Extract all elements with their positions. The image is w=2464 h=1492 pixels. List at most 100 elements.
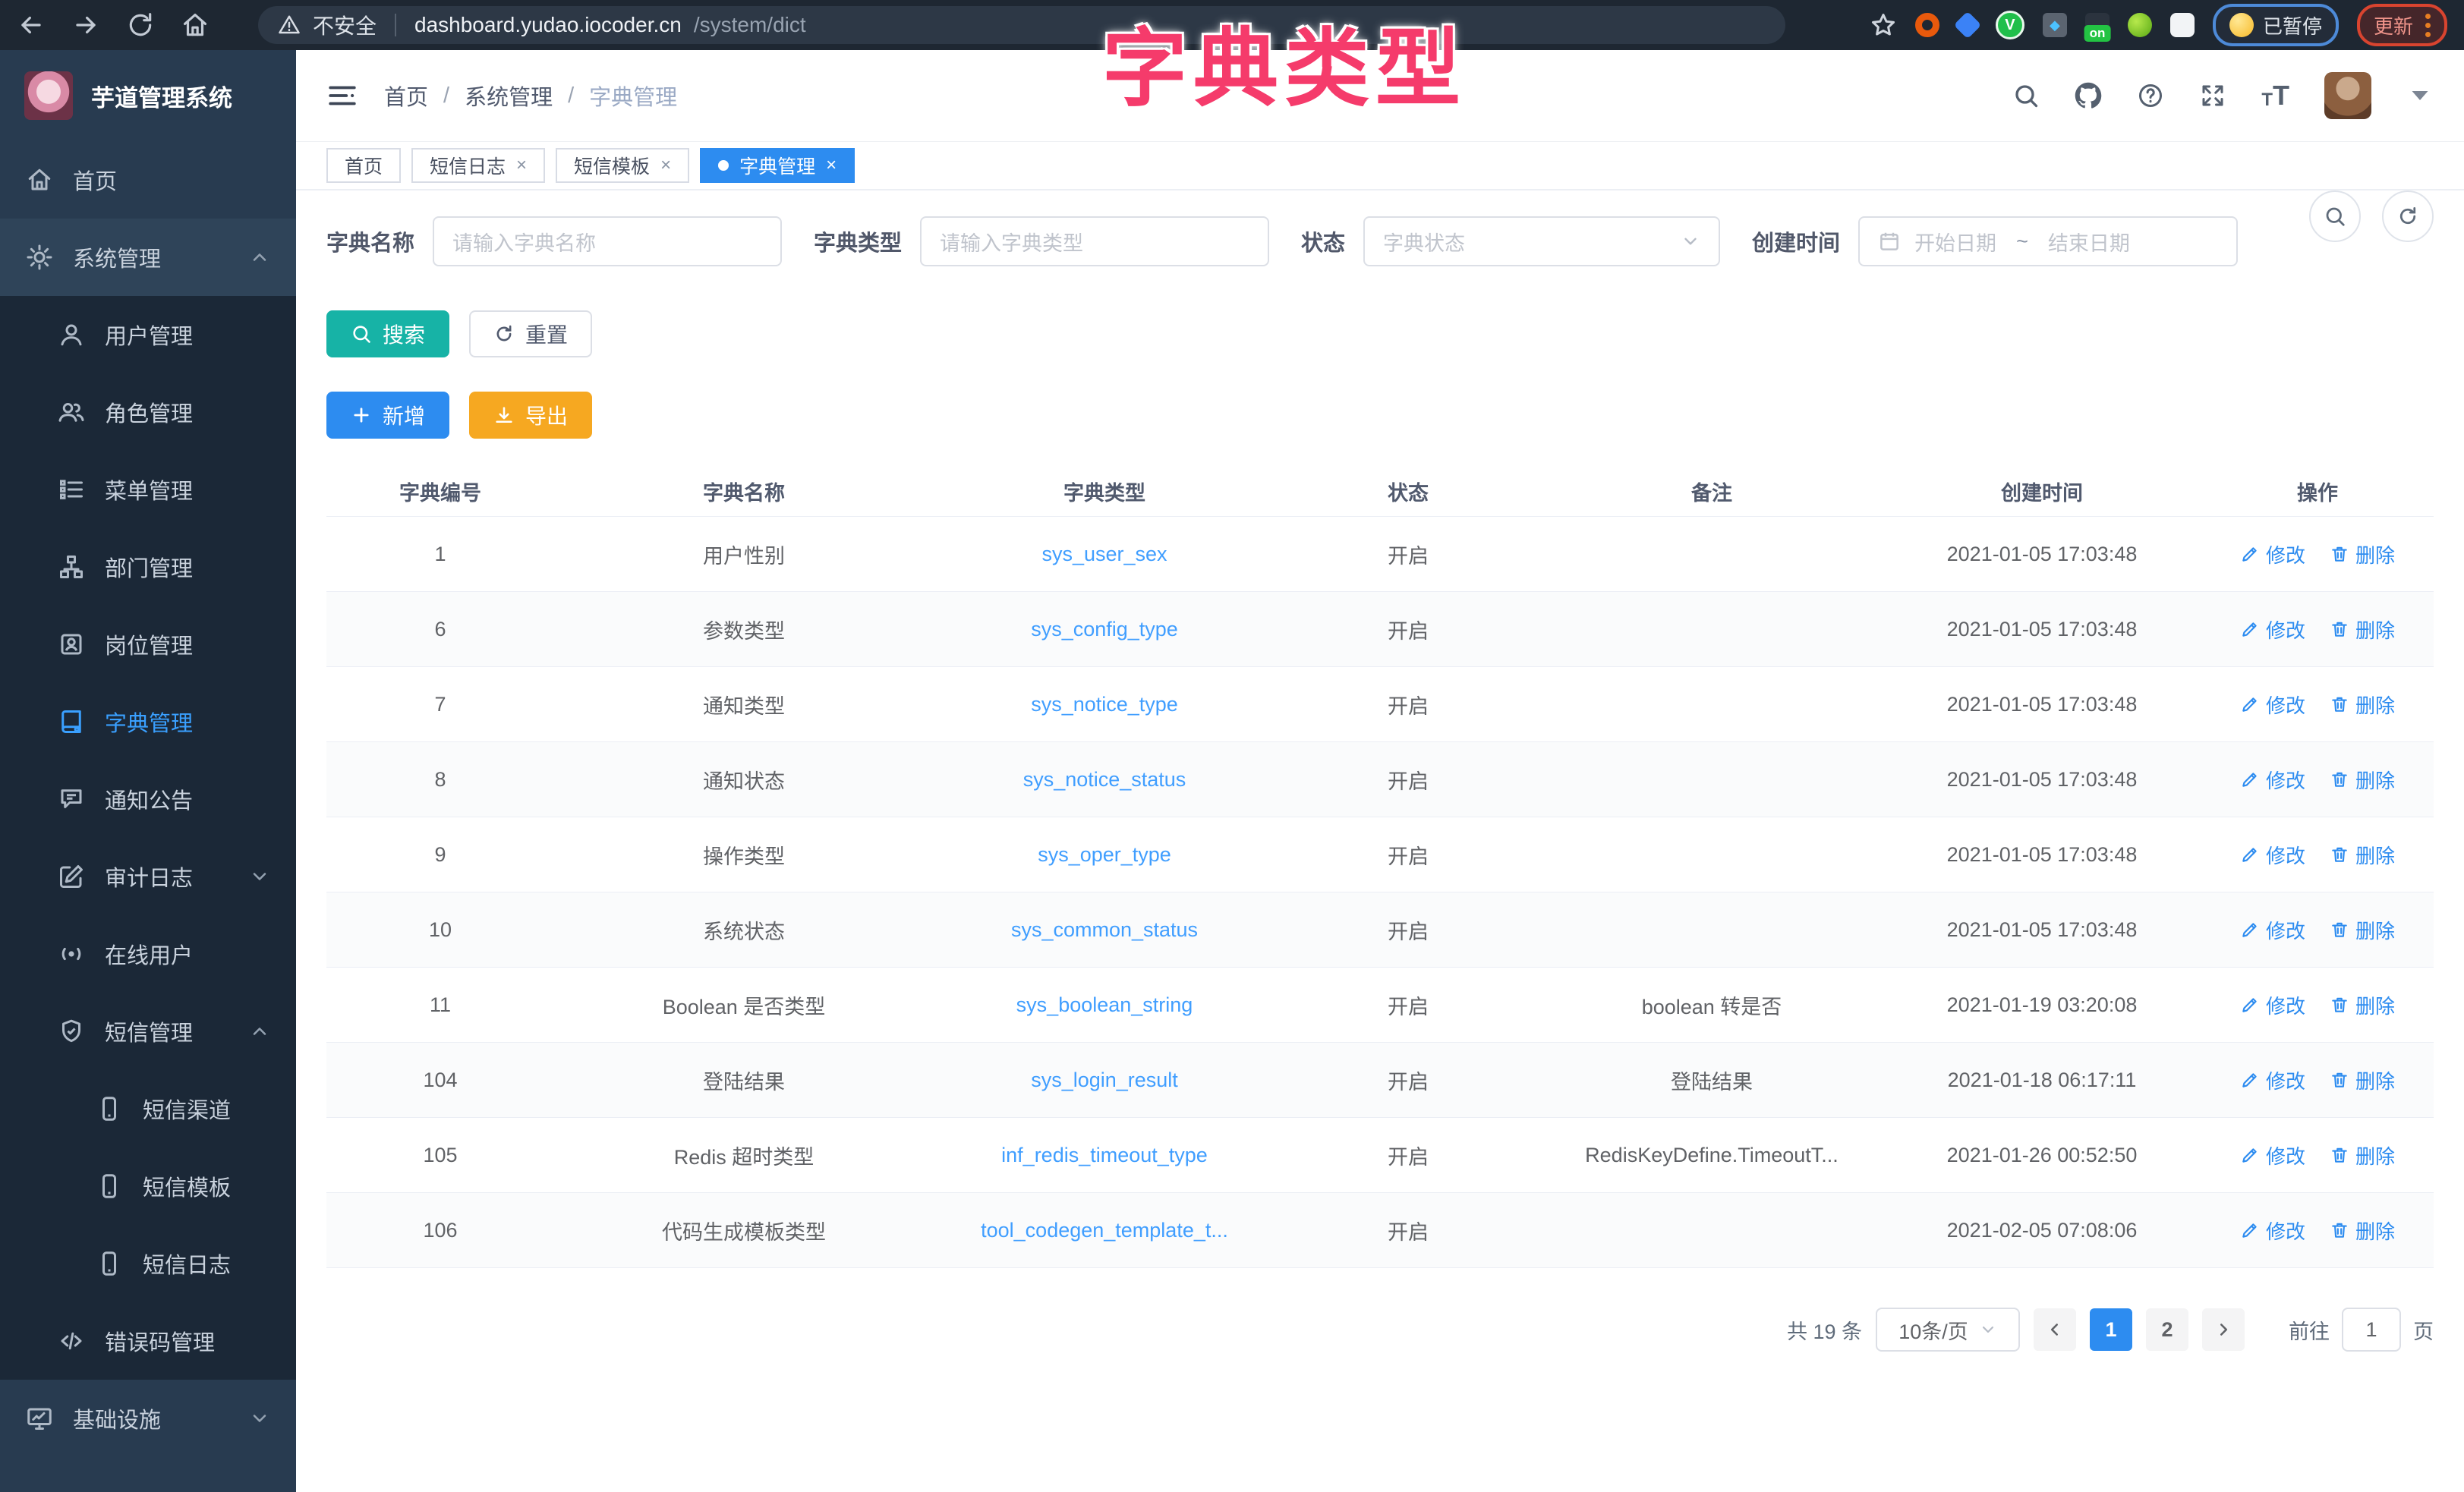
- tab-短信模板[interactable]: 短信模板×: [556, 148, 689, 183]
- extension-puzzle-icon[interactable]: [2170, 13, 2195, 37]
- cell-type-link[interactable]: sys_login_result: [934, 1069, 1275, 1092]
- date-range-input[interactable]: 开始日期 ~ 结束日期: [1858, 216, 2238, 266]
- delete-link[interactable]: 删除: [2330, 1141, 2395, 1169]
- extension-green-icon[interactable]: V: [1996, 11, 2024, 39]
- edit-link[interactable]: 修改: [2240, 1141, 2305, 1169]
- page-size-select[interactable]: 10条/页: [1876, 1308, 2020, 1352]
- close-tab-icon[interactable]: ×: [660, 155, 671, 176]
- user-avatar[interactable]: [2324, 72, 2371, 119]
- close-tab-icon[interactable]: ×: [826, 155, 837, 176]
- delete-link[interactable]: 删除: [2330, 991, 2395, 1019]
- sidebar-item-role[interactable]: 角色管理: [0, 373, 296, 451]
- sidebar-item-dept[interactable]: 部门管理: [0, 528, 296, 606]
- status-placeholder: 字典状态: [1383, 227, 1465, 257]
- sidebar-item-sms-log[interactable]: 短信日志: [0, 1225, 296, 1302]
- cell-type-link[interactable]: sys_boolean_string: [934, 993, 1275, 1017]
- extension-orange-icon[interactable]: [1915, 13, 1939, 37]
- edit-link[interactable]: 修改: [2240, 766, 2305, 794]
- app-logo[interactable]: 芋道管理系统: [0, 50, 296, 141]
- extension-gem-icon[interactable]: [1954, 11, 1982, 39]
- browser-menu-dots-icon[interactable]: [2425, 14, 2431, 37]
- address-bar[interactable]: 不安全 dashboard.yudao.iocoder.cn/system/di…: [258, 6, 1785, 44]
- refresh-table-button[interactable]: [2382, 190, 2434, 242]
- page-button-1[interactable]: 1: [2090, 1308, 2132, 1351]
- page-button-2[interactable]: 2: [2146, 1308, 2188, 1351]
- status-select[interactable]: 字典状态: [1363, 216, 1720, 266]
- delete-link[interactable]: 删除: [2330, 841, 2395, 869]
- tab-首页[interactable]: 首页: [326, 148, 401, 183]
- bookmark-star-icon[interactable]: [1870, 11, 1897, 39]
- sidebar-item-infra[interactable]: 基础设施: [0, 1380, 296, 1457]
- paused-extension-button[interactable]: 已暂停: [2213, 4, 2339, 46]
- edit-link[interactable]: 修改: [2240, 691, 2305, 719]
- cell-type-link[interactable]: sys_common_status: [934, 918, 1275, 942]
- prev-page-button[interactable]: [2034, 1308, 2076, 1351]
- edit-link[interactable]: 修改: [2240, 540, 2305, 568]
- extension-grid-icon[interactable]: ◆: [2043, 13, 2067, 37]
- tab-短信日志[interactable]: 短信日志×: [411, 148, 545, 183]
- goto-page-input[interactable]: 1: [2342, 1308, 2401, 1352]
- search-button[interactable]: 搜索: [326, 310, 449, 357]
- sidebar-item-sms-channel[interactable]: 短信渠道: [0, 1070, 296, 1147]
- sidebar-item-post[interactable]: 岗位管理: [0, 606, 296, 683]
- sidebar-item-menu[interactable]: 菜单管理: [0, 451, 296, 528]
- add-button[interactable]: 新增: [326, 392, 449, 439]
- sidebar-item-home[interactable]: 首页: [0, 141, 296, 219]
- help-icon[interactable]: [2137, 82, 2164, 109]
- show-search-toggle-button[interactable]: [2309, 190, 2361, 242]
- edit-link[interactable]: 修改: [2240, 1217, 2305, 1245]
- delete-link[interactable]: 删除: [2330, 916, 2395, 944]
- breadcrumb-item[interactable]: 系统管理: [465, 80, 553, 112]
- cell-type-link[interactable]: sys_user_sex: [934, 543, 1275, 566]
- user-menu-caret-icon[interactable]: [2406, 82, 2434, 109]
- delete-link[interactable]: 删除: [2330, 766, 2395, 794]
- github-icon[interactable]: [2075, 82, 2102, 109]
- cell-type-link[interactable]: inf_redis_timeout_type: [934, 1144, 1275, 1167]
- cell-type-link[interactable]: sys_oper_type: [934, 843, 1275, 867]
- edit-link[interactable]: 修改: [2240, 841, 2305, 869]
- sidebar-item-sms[interactable]: 短信管理: [0, 993, 296, 1070]
- search-icon[interactable]: [2012, 82, 2040, 109]
- sidebar-item-dict[interactable]: 字典管理: [0, 683, 296, 760]
- tab-字典管理[interactable]: 字典管理×: [700, 148, 855, 183]
- cell-type-link[interactable]: sys_notice_status: [934, 768, 1275, 792]
- delete-link[interactable]: 删除: [2330, 615, 2395, 644]
- edit-link[interactable]: 修改: [2240, 916, 2305, 944]
- breadcrumb-item[interactable]: 首页: [384, 80, 428, 112]
- font-size-icon[interactable]: TT: [2261, 82, 2289, 109]
- delete-link[interactable]: 删除: [2330, 540, 2395, 568]
- sidebar-item-errcode[interactable]: 错误码管理: [0, 1302, 296, 1380]
- back-icon[interactable]: [17, 11, 46, 39]
- next-page-button[interactable]: [2202, 1308, 2245, 1351]
- forward-icon[interactable]: [71, 11, 100, 39]
- sidebar-item-auditlog[interactable]: 审计日志: [0, 838, 296, 915]
- sidebar-item-online[interactable]: 在线用户: [0, 915, 296, 993]
- delete-link[interactable]: 删除: [2330, 1217, 2395, 1245]
- sidebar-item-system[interactable]: 系统管理: [0, 219, 296, 296]
- cell-type-link[interactable]: tool_codegen_template_t...: [934, 1219, 1275, 1242]
- delete-link[interactable]: 删除: [2330, 1066, 2395, 1094]
- edit-link[interactable]: 修改: [2240, 1066, 2305, 1094]
- export-button[interactable]: 导出: [469, 392, 592, 439]
- dict-type-input[interactable]: 请输入字典类型: [920, 216, 1269, 266]
- edit-link[interactable]: 修改: [2240, 615, 2305, 644]
- reset-button[interactable]: 重置: [469, 310, 592, 357]
- cell-status: 开启: [1275, 915, 1541, 945]
- fullscreen-icon[interactable]: [2199, 82, 2226, 109]
- shield-icon: [58, 1018, 85, 1045]
- reload-icon[interactable]: [126, 11, 155, 39]
- cell-type-link[interactable]: sys_config_type: [934, 618, 1275, 641]
- delete-link[interactable]: 删除: [2330, 691, 2395, 719]
- edit-link[interactable]: 修改: [2240, 991, 2305, 1019]
- home-icon[interactable]: [181, 11, 210, 39]
- collapse-sidebar-icon[interactable]: [326, 80, 358, 112]
- dict-name-input[interactable]: 请输入字典名称: [433, 216, 782, 266]
- sidebar-item-user[interactable]: 用户管理: [0, 296, 296, 373]
- extension-on-icon[interactable]: on: [2085, 13, 2110, 37]
- cell-type-link[interactable]: sys_notice_type: [934, 693, 1275, 716]
- browser-update-button[interactable]: 更新: [2357, 4, 2447, 46]
- extension-leaf-icon[interactable]: [2128, 13, 2152, 37]
- close-tab-icon[interactable]: ×: [516, 155, 527, 176]
- sidebar-item-sms-template[interactable]: 短信模板: [0, 1147, 296, 1225]
- sidebar-item-notice[interactable]: 通知公告: [0, 760, 296, 838]
